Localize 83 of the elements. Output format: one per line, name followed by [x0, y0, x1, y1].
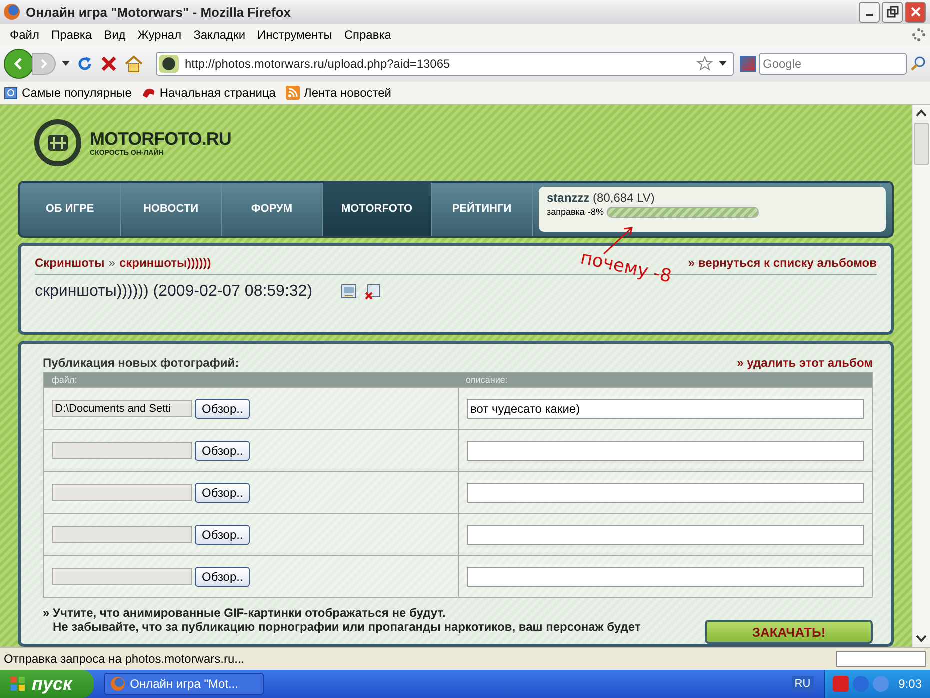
rss-icon: [286, 86, 300, 100]
upload-button[interactable]: ЗАКАЧАТЬ!: [705, 620, 873, 644]
edit-album-icon[interactable]: [340, 284, 357, 300]
upload-note: Не забывайте, что за публикацию порнографии или пропаганды наркотиков, ваш персонаж будет: [52, 620, 641, 634]
file-path-field[interactable]: D:\Documents and Setti: [52, 400, 192, 418]
breadcrumb-separator: »: [108, 256, 116, 270]
browse-button[interactable]: Обзор..: [195, 482, 250, 503]
breadcrumb-link[interactable]: Скриншоты: [35, 256, 105, 270]
home-icon[interactable]: [124, 55, 144, 73]
nav-tab[interactable]: РЕЙТИНГИ: [432, 182, 533, 236]
dropdown-icon[interactable]: [719, 61, 727, 67]
menu-item[interactable]: Справка: [338, 28, 398, 42]
dropdown-icon[interactable]: [62, 61, 70, 67]
description-field[interactable]: [466, 440, 864, 461]
reload-icon[interactable]: [76, 55, 94, 73]
scrollbar[interactable]: [912, 105, 930, 647]
minimize-icon: [866, 14, 873, 16]
menu-item[interactable]: Закладки: [188, 28, 252, 42]
browser-icon: [111, 677, 126, 691]
restore-button[interactable]: [882, 2, 903, 22]
menu-item[interactable]: Правка: [46, 28, 98, 42]
column-header: описание:: [465, 374, 509, 388]
restore-icon: [886, 6, 898, 18]
search-field[interactable]: Google: [759, 53, 907, 75]
logo-icon: [34, 118, 82, 167]
breadcrumb-link[interactable]: скриншоты)))))): [119, 256, 212, 270]
handwritten-arrow: [602, 225, 636, 255]
menu-item[interactable]: Инструменты: [252, 28, 338, 42]
search-icon[interactable]: [910, 56, 926, 72]
menu-item[interactable]: Файл: [4, 28, 46, 42]
bookmark-star-icon[interactable]: [697, 56, 713, 72]
close-icon: [910, 6, 922, 18]
address-field[interactable]: http://photos.motorwars.ru/upload.php?aid=13065: [156, 52, 734, 76]
site-icon: [159, 55, 179, 73]
scrollbar-thumb[interactable]: [914, 123, 929, 165]
window-title: Онлайн игра "Motorwars" - Mozilla Firefox: [26, 4, 292, 20]
file-path-field[interactable]: [52, 526, 192, 544]
bookmark-item[interactable]: Самые популярные: [4, 86, 132, 100]
browse-button[interactable]: Обзор..: [195, 398, 250, 419]
description-field[interactable]: [466, 566, 864, 587]
windows-logo-icon: [10, 676, 26, 692]
delete-album-icon[interactable]: [364, 284, 381, 300]
close-button[interactable]: [905, 2, 926, 22]
clock: 9:03: [898, 677, 922, 691]
stop-icon[interactable]: [100, 55, 118, 73]
upload-note: » Учтите, что анимированные GIF-картинки отображаться не будут.: [43, 606, 447, 620]
back-button[interactable]: [4, 49, 34, 79]
fuel-reading: -8%: [588, 207, 604, 218]
file-path-field[interactable]: [52, 442, 192, 460]
upload-heading: Публикация новых фотографий:: [43, 356, 240, 370]
back-to-albums-link[interactable]: » вернуться к списку альбомов: [688, 256, 877, 270]
description-field[interactable]: [466, 482, 864, 503]
file-path-field[interactable]: [52, 568, 192, 586]
bookmark-item[interactable]: Начальная страница: [142, 86, 276, 100]
album-title: скриншоты)))))) (2009-02-07 08:59:32): [35, 282, 313, 301]
site-icon: [142, 86, 156, 100]
nav-tab[interactable]: MOTORFOTO: [323, 182, 432, 236]
bookmark-item[interactable]: Лента новостей: [286, 86, 392, 100]
menu-item[interactable]: Вид: [98, 28, 132, 42]
folder-icon: [4, 86, 18, 100]
taskbar-window-button[interactable]: Онлайн игра "Mot...: [104, 673, 264, 695]
menu-item[interactable]: Журнал: [132, 28, 188, 42]
browse-button[interactable]: Обзор..: [195, 566, 250, 587]
nav-tab[interactable]: НОВОСТИ: [121, 182, 222, 236]
language-indicator[interactable]: RU: [792, 676, 814, 692]
user-name[interactable]: stanzzz: [547, 190, 590, 205]
column-header: файл:: [51, 374, 78, 388]
minimize-button[interactable]: [859, 2, 880, 22]
description-field[interactable]: вот чудесато какие): [466, 398, 864, 419]
site-logo-text: MOTORFOTO.RU: [90, 128, 232, 149]
description-field[interactable]: [466, 524, 864, 545]
browse-button[interactable]: Обзор..: [195, 440, 250, 461]
status-text: Отправка запроса на photos.motorwars.ru...: [4, 652, 246, 666]
loading-icon: [912, 28, 926, 42]
file-path-field[interactable]: [52, 484, 192, 502]
start-button[interactable]: пуск: [0, 670, 94, 698]
user-level: (80,684 LV): [593, 190, 655, 205]
nav-tab[interactable]: ОБ ИГРЕ: [20, 182, 121, 236]
browser-icon: [4, 4, 20, 20]
browse-button[interactable]: Обзор..: [195, 524, 250, 545]
fuel-label: заправка: [547, 207, 585, 218]
delete-album-link[interactable]: » удалить этот альбом: [737, 356, 873, 370]
handwritten-annotation: почему -8: [578, 248, 674, 288]
